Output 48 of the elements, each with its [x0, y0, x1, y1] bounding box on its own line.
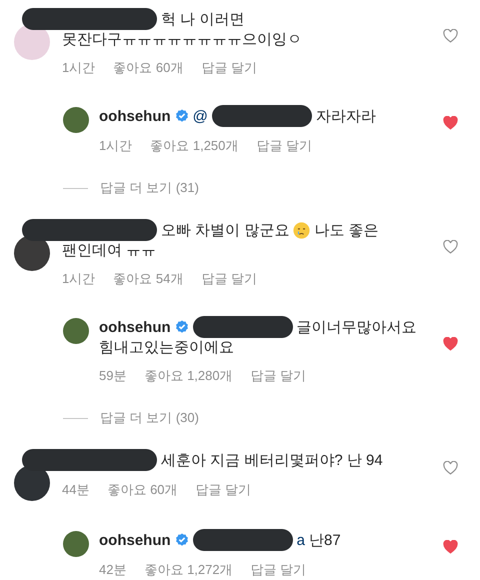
verified-badge-icon [174, 533, 189, 547]
username-link[interactable]: oohsehun [99, 318, 171, 336]
heart-icon[interactable] [443, 116, 458, 130]
avatar[interactable] [63, 107, 89, 133]
avatar[interactable] [63, 531, 89, 557]
comment-text: 글이너무많아서요 [296, 318, 417, 336]
comment-text: 오빠 차별이 많군요 [161, 220, 290, 240]
likes-count[interactable]: 좋아요 1,280개 [144, 367, 233, 385]
reply-link[interactable]: 답글 달기 [201, 270, 257, 288]
comment-text: 힘내고있는중이에요 [99, 338, 234, 357]
heart-icon[interactable] [443, 336, 458, 350]
verified-badge-icon [174, 320, 189, 334]
likes-count[interactable]: 좋아요 54개 [113, 270, 184, 288]
heart-icon[interactable] [443, 461, 458, 475]
timestamp: 1시간 [62, 59, 96, 77]
comment-text: 못잔다구ㅠㅠㅠㅠㅠㅠㅠㅠ으이잉ㅇ [62, 30, 302, 49]
mention-link[interactable]: a [296, 530, 306, 550]
view-more-replies-link[interactable]: 답글 더 보기 (31) [100, 179, 199, 197]
heart-icon[interactable] [443, 540, 458, 554]
reply-link[interactable]: 답글 달기 [196, 481, 252, 499]
verified-badge-icon [174, 109, 189, 123]
reply-link[interactable]: 답글 달기 [256, 137, 312, 155]
reply-link[interactable]: 답글 달기 [250, 367, 306, 385]
username-link[interactable]: oohsehun [99, 530, 171, 550]
timestamp: 59분 [99, 367, 126, 385]
heart-icon[interactable] [443, 240, 458, 254]
view-more-replies-link[interactable]: 답글 더 보기 (30) [100, 409, 199, 427]
heart-icon[interactable] [443, 28, 458, 42]
timestamp: 1시간 [62, 270, 96, 288]
timestamp: 42분 [99, 561, 126, 579]
mention-link[interactable]: @ [192, 106, 208, 126]
comment-text: 자라자라 [316, 106, 376, 126]
avatar[interactable] [63, 318, 89, 344]
likes-count[interactable]: 좋아요 60개 [113, 59, 184, 77]
reply-link[interactable]: 답글 달기 [201, 59, 257, 77]
likes-count[interactable]: 좋아요 1,250개 [150, 137, 238, 155]
likes-count[interactable]: 좋아요 1,272개 [144, 561, 233, 579]
timestamp: 1시간 [99, 137, 132, 155]
likes-count[interactable]: 좋아요 60개 [107, 481, 178, 499]
comment-text: 난87 [309, 530, 341, 550]
crying-face-icon [293, 222, 310, 238]
comment-text: 세훈아 지금 베터리몇퍼야? 난 94 [161, 450, 383, 470]
username-link[interactable]: oohsehun [99, 106, 171, 126]
comment-text: 나도 좋은 [314, 220, 379, 240]
reply-link[interactable]: 답글 달기 [250, 561, 306, 579]
timestamp: 44분 [62, 481, 90, 499]
comment-text: 헉 나 이러면 [161, 10, 244, 28]
comment-text: 팬인데여 ㅠㅠ [62, 241, 156, 260]
